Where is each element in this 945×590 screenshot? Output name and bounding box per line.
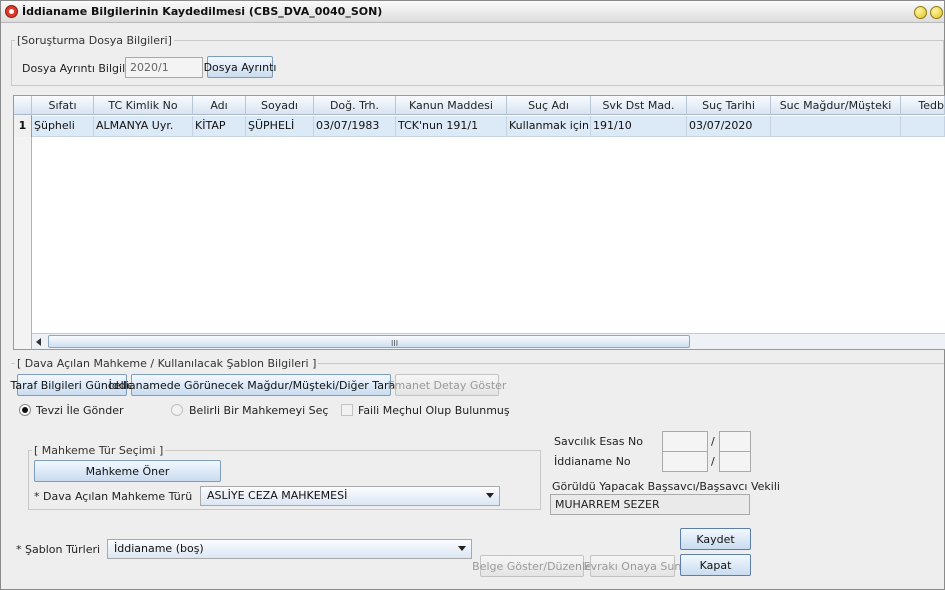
window-title: İddianame Bilgilerinin Kaydedilmesi (CBS…	[22, 5, 383, 18]
cell-svk-dst-mad[interactable]: 191/10	[591, 116, 687, 137]
sorusturma-legend: [Soruşturma Dosya Bilgileri]	[15, 34, 174, 47]
iddianame-taraflar-button[interactable]: İddianamede Görünecek Mağdur/Müşteki/Diğ…	[109, 374, 413, 396]
kapat-button[interactable]: Kapat	[680, 554, 751, 576]
col-suc-tarihi[interactable]: Suç Tarihi	[687, 96, 771, 115]
col-kanun-maddesi[interactable]: Kanun Maddesi	[396, 96, 507, 115]
col-suc-magdur[interactable]: Suc Mağdur/Müşteki	[771, 96, 901, 115]
faili-mechul-checkbox[interactable]	[341, 404, 353, 416]
close-window-button[interactable]	[930, 6, 943, 19]
scrollbar-grip: III	[391, 339, 399, 348]
savcilik-esas-slash: /	[711, 435, 715, 448]
row-index: 1	[14, 116, 32, 137]
dosya-ayrinti-field[interactable]: 2020/1	[125, 57, 203, 78]
savcilik-esas-label: Savcılık Esas No	[554, 435, 643, 448]
chevron-down-icon	[458, 546, 466, 551]
goruldu-label: Görüldü Yapacak Başsavcı/Başsavcı Vekili	[552, 480, 780, 493]
cell-kanun-maddesi[interactable]: TCK'nun 191/1	[396, 116, 507, 137]
mahkeme-oner-button[interactable]: Mahkeme Öner	[34, 460, 221, 482]
cell-tc-kimlik[interactable]: ALMANYA Uyr.	[94, 116, 193, 137]
scrollbar-thumb[interactable]: III	[48, 335, 690, 348]
col-adi[interactable]: Adı	[193, 96, 246, 115]
col-soyadi[interactable]: Soyadı	[246, 96, 314, 115]
col-suc-adi[interactable]: Suç Adı	[507, 96, 591, 115]
mahkeme-turu-label: * Dava Açılan Mahkeme Türü	[34, 490, 193, 503]
cell-tedb[interactable]	[901, 116, 945, 137]
suspects-table: Sıfatı TC Kimlik No Adı Soyadı Doğ. Trh.…	[13, 95, 945, 350]
cell-sifati[interactable]: Şüpheli	[32, 116, 94, 137]
cell-adi[interactable]: KİTAP	[193, 116, 246, 137]
iddianame-slash: /	[711, 455, 715, 468]
scroll-left-arrow-icon[interactable]	[36, 338, 41, 346]
cell-suc-tarihi[interactable]: 03/07/2020	[687, 116, 771, 137]
cell-suc-magdur[interactable]	[771, 116, 901, 137]
table-header: Sıfatı TC Kimlik No Adı Soyadı Doğ. Trh.…	[14, 96, 945, 115]
title-bar: İddianame Bilgilerinin Kaydedilmesi (CBS…	[1, 1, 944, 23]
cell-soyadi[interactable]: ŞÜPHELİ	[246, 116, 314, 137]
tevzi-radio[interactable]	[19, 404, 31, 416]
mahkeme-turu-select[interactable]: ASLİYE CEZA MAHKEMESİ	[200, 486, 500, 506]
cell-suc-adi[interactable]: Kullanmak için...	[507, 116, 591, 137]
faili-mechul-label: Faili Meçhul Olup Bulunmuş	[358, 404, 510, 417]
sablon-select[interactable]: İddianame (boş)	[107, 539, 472, 559]
mahkeme-tur-legend: [ Mahkeme Tür Seçimi ]	[32, 444, 166, 457]
evraki-onaya-sun-button[interactable]: Evrakı Onaya Sun	[584, 555, 681, 577]
sablon-label: * Şablon Türleri	[16, 543, 101, 556]
belirli-mahkeme-radio[interactable]	[171, 404, 183, 416]
col-sifati[interactable]: Sıfatı	[32, 96, 94, 115]
chevron-down-icon	[486, 493, 494, 498]
goruldu-field[interactable]: MUHARREM SEZER	[550, 494, 750, 515]
col-svk-dst-mad[interactable]: Svk Dst Mad.	[591, 96, 687, 115]
app-icon	[5, 5, 18, 18]
col-tedb[interactable]: Tedb	[901, 96, 945, 115]
emanet-detay-button[interactable]: Emanet Detay Göster	[388, 374, 506, 396]
iddianame-year-field[interactable]	[662, 451, 708, 472]
col-dog-trh[interactable]: Doğ. Trh.	[314, 96, 396, 115]
sablon-value: İddianame (boş)	[114, 542, 204, 555]
dava-legend: [ Dava Açılan Mahkeme / Kullanılacak Şab…	[15, 357, 319, 370]
iddianame-number-field[interactable]	[719, 451, 751, 472]
belge-goster-button[interactable]: Belge Göster/Düzenle	[472, 555, 592, 577]
mahkeme-turu-value: ASLİYE CEZA MAHKEMESİ	[207, 489, 348, 502]
kaydet-button[interactable]: Kaydet	[680, 528, 751, 550]
main-window: İddianame Bilgilerinin Kaydedilmesi (CBS…	[0, 0, 945, 590]
savcilik-esas-year-field[interactable]	[662, 431, 708, 452]
dosya-ayrinti-button[interactable]: Dosya Ayrıntı	[204, 56, 276, 78]
corner-header	[14, 96, 32, 115]
belirli-mahkeme-label: Belirli Bir Mahkemeyi Seç	[189, 404, 329, 417]
col-tc-kimlik[interactable]: TC Kimlik No	[94, 96, 193, 115]
tevzi-label: Tevzi İle Gönder	[36, 404, 124, 417]
cell-dog-trh[interactable]: 03/07/1983	[314, 116, 396, 137]
iddianame-no-label: İddianame No	[554, 455, 631, 468]
table-row[interactable]: 1 Şüpheli ALMANYA Uyr. KİTAP ŞÜPHELİ 03/…	[14, 116, 945, 137]
minimize-button[interactable]	[914, 6, 927, 19]
savcilik-esas-number-field[interactable]	[719, 431, 751, 452]
horizontal-scrollbar[interactable]: III	[32, 333, 945, 349]
